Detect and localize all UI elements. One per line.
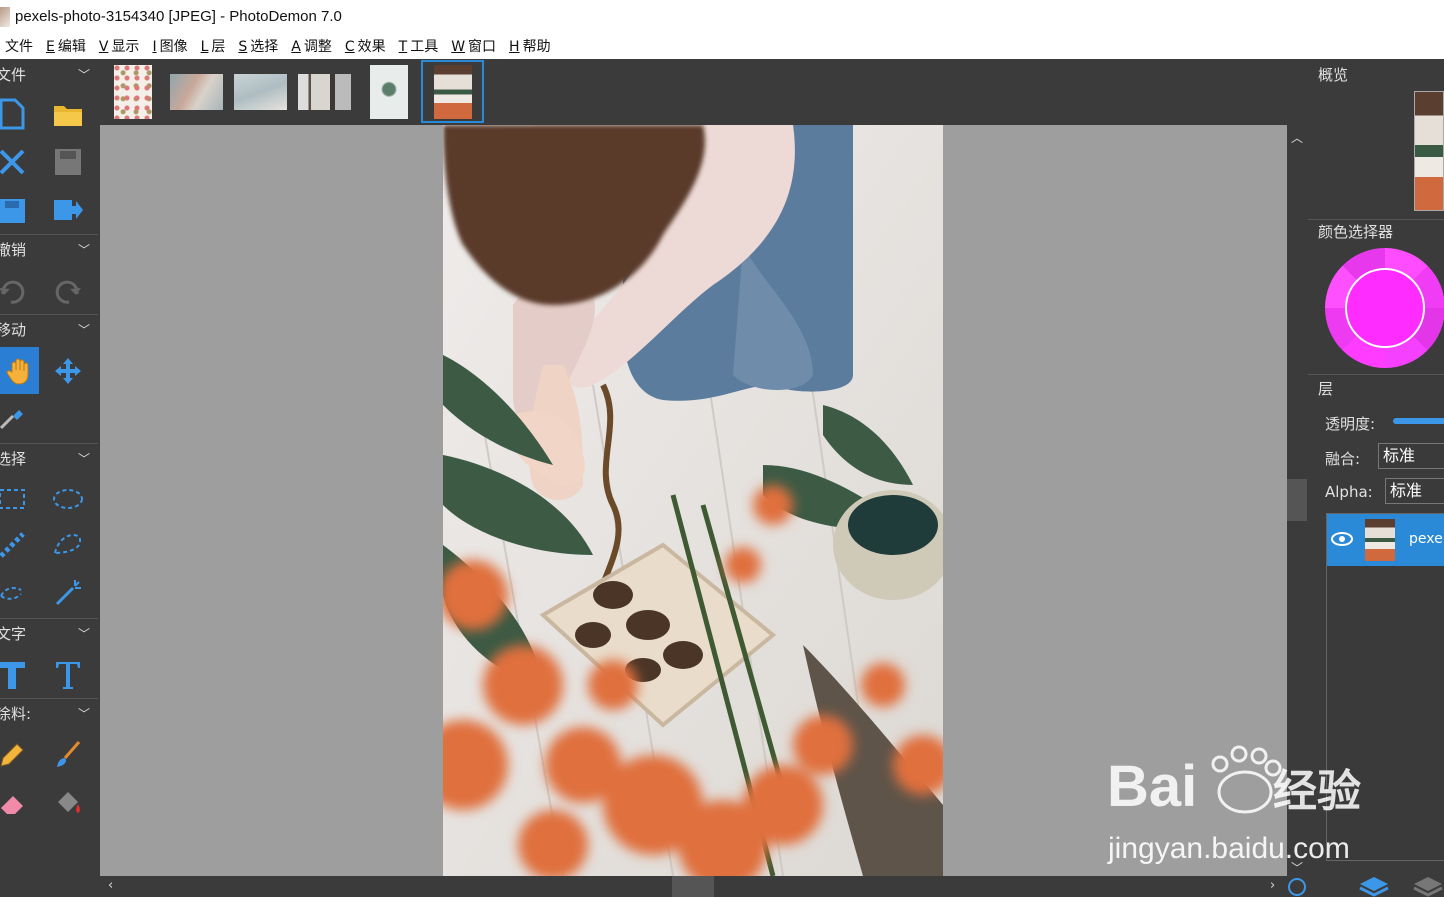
line-select-icon[interactable] xyxy=(0,525,32,565)
image-tab-4[interactable] xyxy=(298,65,351,119)
menu-window[interactable]: W 窗口 xyxy=(451,36,496,56)
new-file-icon[interactable] xyxy=(0,94,32,134)
layer-name: pexel xyxy=(1409,531,1444,547)
scroll-left-icon[interactable]: ‹ xyxy=(108,878,113,893)
polygon-lasso-icon[interactable] xyxy=(0,573,32,613)
window-title: pexels-photo-3154340 [JPEG] - PhotoDemon… xyxy=(15,8,342,25)
menu-bar: 文件 E 编辑 V 显示 I 图像 L层 S 选择 A 调整 C 效果 T 工具 W 窗口 H帮… xyxy=(0,33,1444,59)
undo-icon xyxy=(0,271,32,311)
export-icon[interactable] xyxy=(48,190,88,230)
chevron-down-icon: ﹀ xyxy=(77,707,90,721)
close-icon[interactable] xyxy=(0,142,32,182)
text-bold-icon[interactable] xyxy=(0,655,32,695)
divider xyxy=(1308,219,1444,220)
overview-header: 概览 xyxy=(1318,66,1349,84)
eraser-icon[interactable] xyxy=(0,783,32,823)
layers-merge-icon[interactable] xyxy=(1412,875,1444,897)
layer-thumbnail xyxy=(1365,519,1395,561)
menu-adjust[interactable]: A 调整 xyxy=(291,36,332,56)
lasso-select-icon[interactable] xyxy=(48,525,88,565)
scroll-up-icon[interactable]: ︿ xyxy=(1291,129,1303,146)
watermark-brand-cn: 经验 xyxy=(1273,767,1361,816)
layers-stack-icon[interactable] xyxy=(1358,875,1390,897)
menu-file[interactable]: 文件 xyxy=(2,36,33,56)
overview-thumbnail[interactable] xyxy=(1414,91,1444,211)
title-bar: pexels-photo-3154340 [JPEG] - PhotoDemon… xyxy=(0,0,1444,33)
toolbox-section-move[interactable]: 移动 ﹀ xyxy=(0,314,98,344)
main-photo xyxy=(443,125,943,876)
image-tab-5[interactable] xyxy=(370,65,408,119)
save-disabled-icon xyxy=(48,142,88,182)
paint-bucket-icon[interactable] xyxy=(48,783,88,823)
selected-color-swatch[interactable] xyxy=(1345,268,1425,348)
chevron-down-icon: ﹀ xyxy=(77,452,90,466)
watermark-url: jingyan.baidu.com xyxy=(1107,832,1350,865)
toolbox-section-text[interactable]: 文字 ﹀ xyxy=(0,618,98,648)
hand-tool-icon[interactable] xyxy=(0,347,39,394)
baidu-watermark: Bai 经验 jingyan.baidu.com xyxy=(1105,740,1435,870)
chevron-down-icon: ﹀ xyxy=(77,627,90,641)
scroll-right-icon[interactable]: › xyxy=(1270,878,1275,893)
layers-header: 层 xyxy=(1318,380,1334,398)
menu-effects[interactable]: C 效果 xyxy=(345,36,386,56)
paintbrush-icon[interactable] xyxy=(48,735,88,775)
chevron-down-icon: ﹀ xyxy=(77,67,90,82)
app-icon xyxy=(0,6,10,27)
watermark-brand: Bai xyxy=(1107,754,1197,819)
horizontal-scrollbar[interactable]: ‹ › xyxy=(100,876,1287,897)
opacity-label: 透明度: xyxy=(1325,415,1376,433)
toolbox-section-select[interactable]: 选择 ﹀ xyxy=(0,443,98,473)
blend-mode-select[interactable]: 标准 xyxy=(1378,443,1444,469)
vertical-scroll-thumb[interactable] xyxy=(1287,479,1307,521)
menu-help[interactable]: H 帮助 xyxy=(509,36,551,56)
menu-view[interactable]: V 显示 xyxy=(99,36,140,56)
open-folder-icon[interactable] xyxy=(48,94,88,134)
toolbox-section-file[interactable]: 文件 ﹀ xyxy=(0,59,98,89)
save-as-icon[interactable] xyxy=(0,190,32,230)
horizontal-scroll-thumb[interactable] xyxy=(672,876,714,897)
divider xyxy=(1308,374,1444,375)
alpha-label: Alpha: xyxy=(1325,483,1373,501)
color-wheel[interactable] xyxy=(1325,248,1444,368)
ellipse-select-icon[interactable] xyxy=(48,479,88,519)
text-serif-icon[interactable] xyxy=(48,655,88,695)
image-tab-6-active[interactable] xyxy=(421,60,484,123)
menu-image[interactable]: I 图像 xyxy=(152,36,187,56)
eye-visibility-icon[interactable] xyxy=(1331,532,1353,546)
pencil-icon[interactable] xyxy=(0,735,32,775)
rect-select-icon[interactable] xyxy=(0,479,32,519)
menu-select[interactable]: S 选择 xyxy=(238,36,278,56)
redo-icon xyxy=(48,271,88,311)
menu-layer[interactable]: L层 xyxy=(201,36,226,56)
color-selector-header: 颜色选择器 xyxy=(1318,223,1394,241)
eyedropper-icon[interactable] xyxy=(0,397,32,437)
chevron-down-icon: ﹀ xyxy=(77,323,90,337)
toolbox-section-paint[interactable]: 涂料: ﹀ xyxy=(0,698,98,728)
image-tab-1[interactable] xyxy=(114,65,152,119)
toolbox: 文件 ﹀ 撤销 ﹀ 移动 ﹀ 选择 ﹀ 文字 ﹀ 涂料: ﹀ xyxy=(0,59,100,897)
menu-edit[interactable]: E 编辑 xyxy=(46,36,86,56)
image-tab-3[interactable] xyxy=(234,65,287,119)
magic-wand-icon[interactable] xyxy=(48,573,88,613)
menu-tools[interactable]: T 工具 xyxy=(399,36,439,56)
move-tool-icon[interactable] xyxy=(48,351,88,391)
chevron-down-icon: ﹀ xyxy=(77,243,90,257)
blend-label: 融合: xyxy=(1325,450,1361,468)
layer-row[interactable]: pexel xyxy=(1327,514,1444,566)
image-tab-2[interactable] xyxy=(170,65,223,119)
opacity-slider[interactable] xyxy=(1393,418,1444,424)
zoom-fit-icon[interactable] xyxy=(1288,878,1306,896)
alpha-mode-select[interactable]: 标准 xyxy=(1385,478,1444,504)
toolbox-section-undo[interactable]: 撤销 ﹀ xyxy=(0,234,98,264)
image-tabs-strip xyxy=(100,59,1308,125)
